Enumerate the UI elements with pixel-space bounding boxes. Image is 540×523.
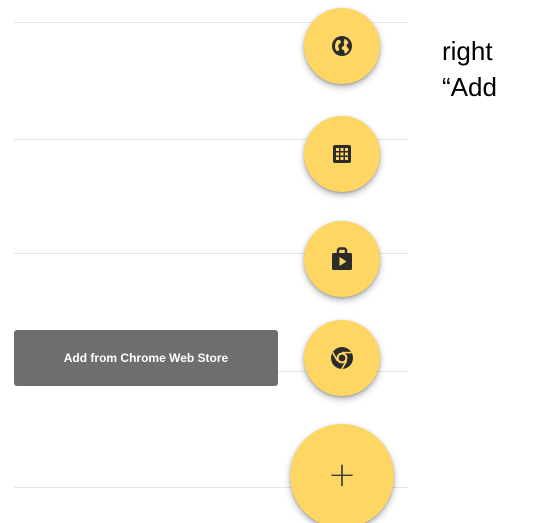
chrome-web-store-button[interactable] [304, 320, 380, 396]
web-link-button[interactable] [304, 8, 380, 84]
side-text-line-2: “Add [442, 72, 497, 102]
app-page: Add from Chrome Web Store + right “Add [0, 0, 540, 523]
side-text-line-1: right [442, 36, 493, 66]
play-store-button[interactable] [304, 221, 380, 297]
apps-grid-button[interactable] [304, 116, 380, 192]
grid-apps-icon [333, 145, 351, 163]
chrome-icon [331, 347, 353, 370]
globe-icon [332, 36, 352, 56]
play-store-bag-icon [332, 247, 352, 270]
chrome-web-store-tooltip: Add from Chrome Web Store [14, 330, 278, 386]
plus-icon: + [327, 454, 357, 495]
add-fab-button[interactable]: + [290, 424, 394, 523]
